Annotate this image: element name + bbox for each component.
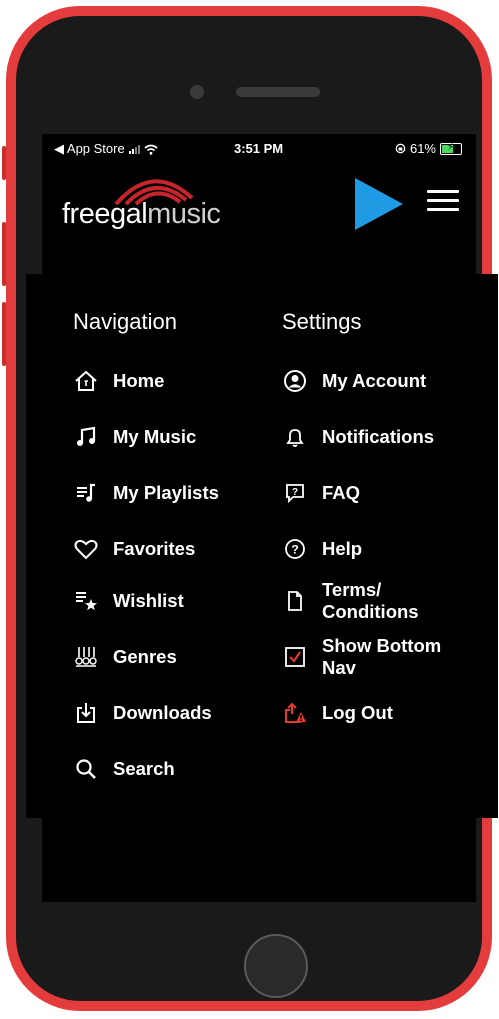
logo-part-music: music — [147, 198, 221, 230]
logout-icon — [282, 700, 308, 726]
home-icon — [73, 368, 99, 394]
heart-icon — [73, 536, 99, 562]
download-icon — [73, 700, 99, 726]
status-bar: ◀ App Store 3:51 PM 61% ⚡ — [42, 134, 476, 160]
front-camera — [190, 85, 204, 99]
nav-item-label: Genres — [113, 646, 177, 667]
bell-icon — [282, 424, 308, 450]
terms-line-1: Terms/ — [322, 579, 382, 600]
nav-item-my-music[interactable]: My Music — [73, 424, 196, 450]
music-note-icon — [73, 424, 99, 450]
volume-down-button — [2, 302, 6, 366]
nav-item-label: My Music — [113, 426, 197, 447]
freegal-music-logo[interactable]: freegalmusic — [62, 168, 252, 238]
nav-item-favorites[interactable]: Favorites — [73, 536, 195, 562]
nav-item-label: My Playlists — [113, 482, 219, 503]
nav-item-my-playlists[interactable]: My Playlists — [73, 480, 219, 506]
nav-item-downloads[interactable]: Downloads — [73, 700, 212, 726]
earpiece-speaker — [236, 87, 320, 97]
settings-item-faq[interactable]: ? FAQ — [282, 480, 360, 506]
help-icon: ? — [282, 536, 308, 562]
hamburger-menu-button[interactable] — [427, 190, 459, 212]
nav-item-search[interactable]: Search — [73, 756, 175, 782]
checkbox-icon[interactable] — [282, 644, 308, 670]
mute-switch — [2, 146, 6, 180]
wishlist-star-icon — [73, 588, 99, 614]
settings-item-label: Help — [322, 538, 363, 559]
settings-item-notifications[interactable]: Notifications — [282, 424, 434, 450]
show-bottom-nav-line-2: Nav — [322, 657, 356, 678]
terms-line-2: Conditions — [322, 601, 419, 622]
settings-item-log-out[interactable]: Log Out — [282, 700, 393, 726]
cell-signal-icon — [128, 144, 140, 154]
nav-item-label: Wishlist — [113, 590, 184, 611]
document-icon — [282, 588, 308, 614]
nav-item-label: Search — [113, 758, 175, 779]
nav-item-wishlist[interactable]: Wishlist — [73, 588, 184, 614]
svg-text:?: ? — [291, 543, 298, 557]
volume-up-button — [2, 222, 6, 286]
show-bottom-nav-line-1: Show Bottom — [322, 635, 442, 656]
settings-item-label: Notifications — [322, 426, 435, 447]
settings-item-show-bottom-nav[interactable]: Show Bottom Nav — [282, 635, 441, 679]
nav-item-label: Downloads — [113, 702, 212, 723]
status-time: 3:51 PM — [234, 141, 284, 156]
settings-item-terms-conditions[interactable]: Terms/Conditions — [282, 579, 419, 623]
nav-item-home[interactable]: Home — [73, 368, 164, 394]
nav-item-label: Home — [113, 370, 165, 391]
settings-item-label: FAQ — [322, 482, 361, 503]
logo-part-freegal: freegal — [62, 198, 148, 230]
settings-heading: Settings — [282, 309, 362, 334]
nav-item-label: Favorites — [113, 538, 196, 559]
logo-wordmark: freegalmusic — [62, 198, 221, 231]
genres-icon — [73, 644, 99, 670]
faq-icon: ? — [282, 480, 308, 506]
rotation-lock-icon — [395, 143, 406, 154]
home-button[interactable] — [244, 934, 308, 998]
settings-item-label: My Account — [322, 370, 427, 391]
nav-item-genres[interactable]: Genres — [73, 644, 177, 670]
settings-item-label: Show Bottom Nav — [322, 635, 441, 679]
svg-text:?: ? — [292, 487, 298, 498]
settings-item-my-account[interactable]: My Account — [282, 368, 426, 394]
battery-icon: ⚡ — [440, 142, 462, 155]
play-arrow-icon — [355, 178, 403, 230]
navigation-heading: Navigation — [73, 309, 177, 334]
app-screen: ◀ App Store 3:51 PM 61% ⚡ freegalmusic N… — [26, 134, 498, 902]
battery-percent: 61% — [409, 141, 436, 156]
search-icon — [73, 756, 99, 782]
playlist-icon — [73, 480, 99, 506]
back-to-app-store-link[interactable]: ◀ App Store — [54, 141, 125, 157]
settings-item-label: Terms/Conditions — [322, 579, 419, 623]
account-icon — [282, 368, 308, 394]
settings-item-label: Log Out — [322, 702, 393, 723]
settings-item-help[interactable]: ? Help — [282, 536, 362, 562]
wifi-icon — [144, 144, 158, 155]
